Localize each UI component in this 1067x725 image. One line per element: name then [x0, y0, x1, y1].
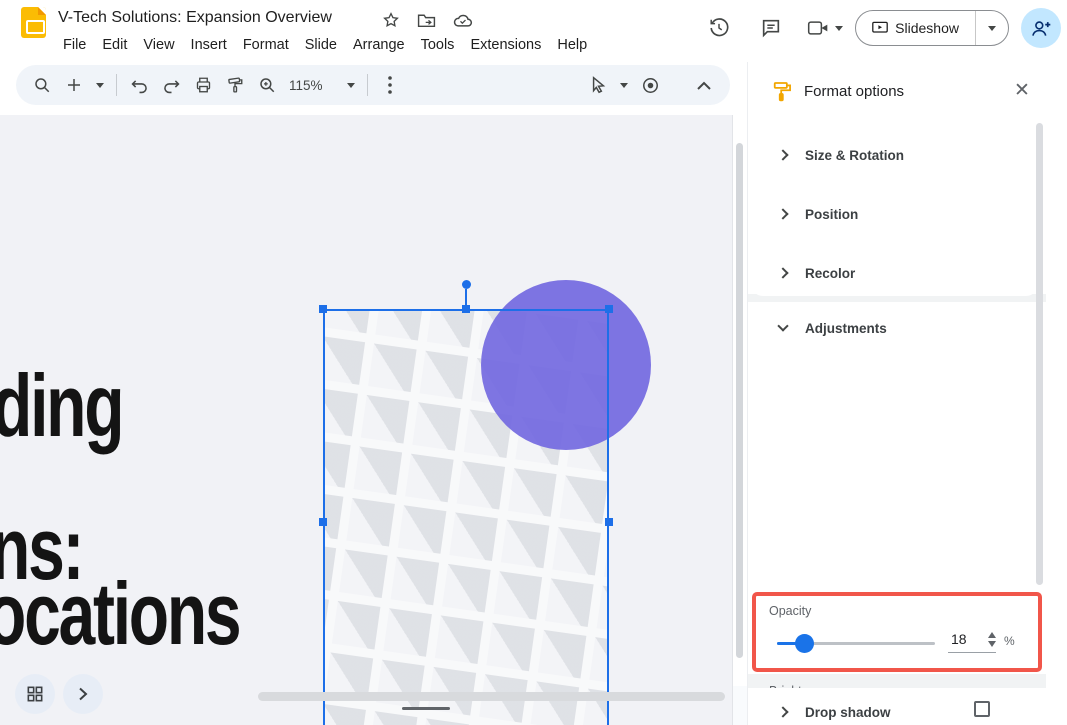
section-adjustments[interactable]: Adjustments — [751, 308, 1038, 348]
search-menus-icon[interactable] — [28, 71, 56, 99]
laser-pointer-icon[interactable] — [636, 71, 664, 99]
drop-shadow-checkbox[interactable] — [974, 701, 990, 717]
slideshow-button[interactable]: Slideshow — [856, 11, 976, 45]
section-position[interactable]: Position — [751, 194, 1038, 234]
drop-shadow-card: Drop shadow — [751, 688, 1038, 725]
cloud-status-icon[interactable] — [453, 13, 473, 28]
paint-format-icon[interactable] — [221, 71, 249, 99]
zoom-in-icon[interactable] — [253, 71, 281, 99]
undo-button[interactable] — [125, 71, 153, 99]
menu-bar: File Edit View Insert Format Slide Arran… — [55, 35, 595, 55]
resize-handle-w[interactable] — [319, 518, 327, 526]
camera-dropdown-caret-icon[interactable] — [835, 25, 844, 31]
menu-format[interactable]: Format — [235, 35, 297, 55]
share-button[interactable] — [1021, 8, 1061, 48]
section-recolor[interactable]: Recolor — [751, 253, 1038, 293]
menu-arrange[interactable]: Arrange — [345, 35, 413, 55]
version-history-icon[interactable] — [699, 8, 739, 48]
zoom-caret-icon[interactable] — [343, 71, 359, 99]
menu-file[interactable]: File — [55, 35, 94, 55]
menu-tools[interactable]: Tools — [413, 35, 463, 55]
more-options-kebab-icon[interactable] — [376, 71, 404, 99]
zoom-level-value[interactable]: 115% — [285, 71, 327, 99]
paint-roller-icon — [772, 81, 792, 102]
format-options-panel: Format options ✕ Size & Rotation Positio… — [747, 62, 1067, 725]
close-panel-icon[interactable]: ✕ — [1012, 81, 1032, 101]
rotation-handle[interactable] — [462, 280, 471, 289]
print-button[interactable] — [189, 71, 217, 99]
opacity-slider[interactable] — [777, 634, 935, 653]
slide-canvas[interactable]: ding ns: ocations — [0, 115, 733, 725]
opacity-label: Opacity — [769, 604, 812, 618]
selection-frame — [323, 309, 609, 725]
panel-header: Format options ✕ — [748, 62, 1067, 120]
meet-camera-icon[interactable] — [803, 8, 833, 48]
slideshow-dropdown-button[interactable] — [976, 11, 1008, 45]
slide-title-fragment-3[interactable]: ocations — [0, 570, 242, 658]
opacity-unit: % — [1004, 634, 1015, 648]
menu-slide[interactable]: Slide — [297, 35, 345, 55]
slide-title-fragment-1[interactable]: ding — [0, 362, 125, 450]
select-tool-caret-icon[interactable] — [616, 71, 632, 99]
grid-view-button[interactable] — [15, 674, 55, 714]
panel-title: Format options — [804, 82, 905, 100]
expand-filmstrip-button[interactable] — [63, 674, 103, 714]
menu-help[interactable]: Help — [549, 35, 595, 55]
slides-logo-icon[interactable] — [21, 7, 46, 38]
document-title[interactable]: V-Tech Solutions: Expansion Overview — [58, 9, 332, 27]
section-size-rotation[interactable]: Size & Rotation — [751, 135, 1038, 175]
canvas-vertical-scrollbar[interactable] — [736, 143, 743, 658]
opacity-value-field[interactable]: 18 — [948, 629, 996, 653]
hide-menus-chevron-icon[interactable] — [690, 71, 718, 99]
star-icon[interactable] — [382, 11, 400, 29]
chevron-right-icon — [777, 149, 789, 161]
resize-handle-e[interactable] — [605, 518, 613, 526]
canvas-horizontal-scrollbar[interactable] — [258, 692, 725, 701]
redo-button[interactable] — [157, 71, 185, 99]
menu-view[interactable]: View — [135, 35, 182, 55]
google-slides-app: V-Tech Solutions: Expansion Overview Fil… — [0, 0, 1067, 725]
slideshow-split-button: Slideshow — [855, 10, 1009, 46]
chevron-down-icon — [777, 320, 789, 332]
canvas-workspace: ding ns: ocations — [0, 113, 747, 725]
adjustments-card: Adjustments Opacity 18 % Brightness — [751, 302, 1042, 725]
chevron-right-icon — [777, 267, 789, 279]
menu-edit[interactable]: Edit — [94, 35, 135, 55]
menu-extensions[interactable]: Extensions — [462, 35, 549, 55]
section-drop-shadow[interactable]: Drop shadow — [751, 692, 1038, 725]
sections-card: Size & Rotation Position Recolor — [751, 126, 1038, 296]
top-bar: V-Tech Solutions: Expansion Overview Fil… — [0, 0, 1067, 62]
comments-icon[interactable] — [751, 8, 791, 48]
speaker-notes-resize-handle[interactable] — [402, 707, 450, 710]
resize-handle-ne[interactable] — [605, 305, 613, 313]
opacity-stepper[interactable] — [988, 632, 996, 647]
opacity-slider-thumb[interactable] — [795, 634, 815, 653]
chevron-right-icon — [777, 208, 789, 220]
chevron-right-icon — [777, 706, 789, 718]
resize-handle-nw[interactable] — [319, 305, 327, 313]
toolbar: 115% — [0, 62, 747, 113]
menu-insert[interactable]: Insert — [183, 35, 235, 55]
move-folder-icon[interactable] — [417, 12, 436, 28]
select-tool-icon[interactable] — [584, 71, 612, 99]
new-slide-caret-icon[interactable] — [92, 71, 108, 99]
resize-handle-n[interactable] — [462, 305, 470, 313]
panel-scrollbar[interactable] — [1036, 123, 1043, 585]
new-slide-button[interactable] — [60, 71, 88, 99]
